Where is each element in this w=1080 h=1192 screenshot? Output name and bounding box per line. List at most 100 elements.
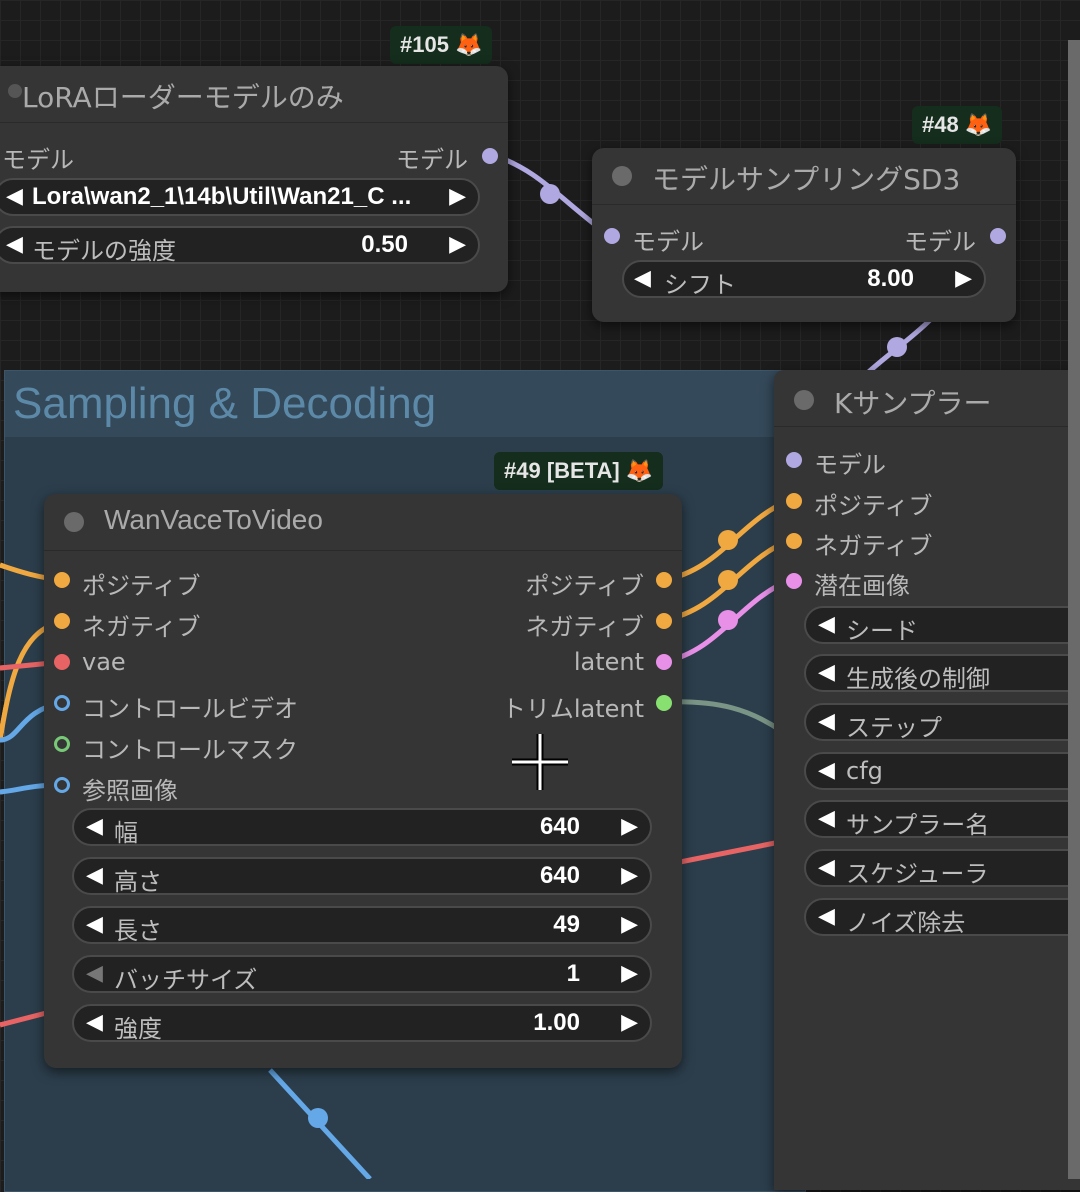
fox-icon: 🦊 <box>625 458 654 483</box>
ksampler-node[interactable]: Kサンプラー モデル ポジティブ ネガティブ 潜在画像 ◀ シード ◀ 生成後の… <box>774 370 1080 1190</box>
input-dot-reference-image[interactable] <box>54 777 70 793</box>
input-dot-negative[interactable] <box>54 613 70 629</box>
arrow-right-icon[interactable]: ▶ <box>621 961 638 986</box>
seed-widget[interactable]: ◀ シード <box>804 606 1080 645</box>
node-title-bar[interactable]: LoRAローダーモデルのみ <box>0 66 508 123</box>
wire-reroute-dot <box>540 184 560 204</box>
badge-text: #48 <box>922 112 959 137</box>
widget-label: モデルの強度 <box>32 237 176 265</box>
widget-label: Lora\wan2_1\14b\Util\Wan21_C ... <box>32 183 412 210</box>
input-dot-vae[interactable] <box>54 654 70 670</box>
lora-loader-node[interactable]: LoRAローダーモデルのみ モデル モデル ◀ Lora\wan2_1\14b\… <box>0 66 508 292</box>
group-header[interactable]: Sampling & Decoding <box>5 371 805 437</box>
output-dot-trim-latent[interactable] <box>656 695 672 711</box>
sampler-name-widget[interactable]: ◀ サンプラー名 <box>804 800 1080 839</box>
arrow-left-icon[interactable]: ◀ <box>86 863 103 888</box>
arrow-left-icon[interactable]: ◀ <box>818 758 835 783</box>
widget-value: 1.00 <box>533 1009 580 1036</box>
batch-size-widget[interactable]: ◀ バッチサイズ 1 ▶ <box>72 955 652 994</box>
input-dot-negative[interactable] <box>786 533 802 549</box>
input-dot-positive[interactable] <box>54 572 70 588</box>
output-dot-model[interactable] <box>482 148 498 164</box>
input-slot-control-mask[interactable]: コントロールマスク <box>82 730 298 765</box>
input-slot-reference-image[interactable]: 参照画像 <box>82 771 178 806</box>
model-strength-widget[interactable]: ◀ モデルの強度 0.50 ▶ <box>0 226 480 265</box>
input-dot-control-mask[interactable] <box>54 736 70 752</box>
arrow-left-icon[interactable]: ◀ <box>818 855 835 880</box>
arrow-right-icon[interactable]: ▶ <box>621 863 638 888</box>
length-widget[interactable]: ◀ 長さ 49 ▶ <box>72 906 652 945</box>
width-widget[interactable]: ◀ 幅 640 ▶ <box>72 808 652 847</box>
input-slot-negative[interactable]: ネガティブ <box>82 607 201 642</box>
shift-widget[interactable]: ◀ シフト 8.00 ▶ <box>622 260 986 299</box>
node-title-bar[interactable]: Kサンプラー <box>774 370 1080 427</box>
output-slot-negative[interactable]: ネガティブ <box>525 607 644 642</box>
arrow-right-icon[interactable]: ▶ <box>449 232 466 257</box>
input-slot-positive[interactable]: ポジティブ <box>814 486 933 521</box>
output-dot-positive[interactable] <box>656 572 672 588</box>
input-slot-model[interactable]: モデル <box>814 445 886 480</box>
arrow-right-icon[interactable]: ▶ <box>621 814 638 839</box>
input-slot-control-video[interactable]: コントロールビデオ <box>82 689 298 724</box>
widget-value: 640 <box>539 862 580 889</box>
crosshair-cursor-icon <box>512 734 568 790</box>
arrow-left-icon[interactable]: ◀ <box>6 232 23 257</box>
arrow-left-icon[interactable]: ◀ <box>86 961 103 986</box>
arrow-left-icon[interactable]: ◀ <box>818 660 835 685</box>
arrow-right-icon[interactable]: ▶ <box>955 266 972 291</box>
cfg-widget[interactable]: ◀ cfg <box>804 752 1080 790</box>
wan-vace-to-video-node[interactable]: WanVaceToVideo ポジティブ ネガティブ vae コントロールビデオ… <box>44 494 682 1068</box>
output-slot-model[interactable]: モデル <box>396 140 468 175</box>
scheduler-widget[interactable]: ◀ スケジューラ <box>804 849 1080 888</box>
node-title-bar[interactable]: WanVaceToVideo <box>44 494 682 551</box>
output-dot-model[interactable] <box>990 228 1006 244</box>
arrow-left-icon[interactable]: ◀ <box>818 904 835 929</box>
arrow-left-icon[interactable]: ◀ <box>6 184 23 209</box>
collapse-dot-icon[interactable] <box>64 512 84 532</box>
node-title-bar[interactable]: モデルサンプリングSD3 <box>592 148 1016 205</box>
arrow-right-icon[interactable]: ▶ <box>449 184 466 209</box>
control-after-generate-widget[interactable]: ◀ 生成後の制御 <box>804 654 1080 693</box>
input-dot-model[interactable] <box>604 228 620 244</box>
input-slot-model[interactable]: モデル <box>632 222 704 257</box>
output-slot-latent[interactable]: latent <box>574 648 644 676</box>
arrow-right-icon[interactable]: ▶ <box>621 912 638 937</box>
input-slot-negative[interactable]: ネガティブ <box>814 526 933 561</box>
output-dot-negative[interactable] <box>656 613 672 629</box>
collapse-dot-icon[interactable] <box>794 390 814 410</box>
arrow-left-icon[interactable]: ◀ <box>634 266 651 291</box>
input-dot-control-video[interactable] <box>54 695 70 711</box>
canvas-scrollbar[interactable] <box>1068 40 1080 1179</box>
widget-label: スケジューラ <box>846 860 989 888</box>
widget-value: 49 <box>553 911 580 938</box>
arrow-left-icon[interactable]: ◀ <box>818 612 835 637</box>
steps-widget[interactable]: ◀ ステップ <box>804 703 1080 742</box>
model-sampling-sd3-node[interactable]: モデルサンプリングSD3 モデル モデル ◀ シフト 8.00 ▶ <box>592 148 1016 322</box>
input-slot-positive[interactable]: ポジティブ <box>82 566 201 601</box>
widget-value: 640 <box>539 813 580 840</box>
arrow-left-icon[interactable]: ◀ <box>818 709 835 734</box>
denoise-widget[interactable]: ◀ ノイズ除去 <box>804 898 1080 937</box>
fox-icon: 🦊 <box>454 32 483 57</box>
input-dot-model[interactable] <box>786 452 802 468</box>
output-slot-positive[interactable]: ポジティブ <box>525 566 644 601</box>
arrow-left-icon[interactable]: ◀ <box>86 1010 103 1035</box>
collapse-dot-icon[interactable] <box>8 84 22 98</box>
collapse-dot-icon[interactable] <box>612 166 632 186</box>
input-dot-positive[interactable] <box>786 493 802 509</box>
output-slot-trim-latent[interactable]: トリムlatent <box>502 689 644 724</box>
arrow-left-icon[interactable]: ◀ <box>86 912 103 937</box>
widget-label: 長さ <box>114 917 162 945</box>
arrow-left-icon[interactable]: ◀ <box>818 806 835 831</box>
output-slot-model[interactable]: モデル <box>904 222 976 257</box>
height-widget[interactable]: ◀ 高さ 640 ▶ <box>72 857 652 896</box>
input-slot-model[interactable]: モデル <box>2 140 74 175</box>
output-dot-latent[interactable] <box>656 654 672 670</box>
strength-widget[interactable]: ◀ 強度 1.00 ▶ <box>72 1004 652 1043</box>
arrow-left-icon[interactable]: ◀ <box>86 814 103 839</box>
input-slot-latent-image[interactable]: 潜在画像 <box>814 566 910 601</box>
arrow-right-icon[interactable]: ▶ <box>621 1010 638 1035</box>
lora-name-widget[interactable]: ◀ Lora\wan2_1\14b\Util\Wan21_C ... ▶ <box>0 178 480 216</box>
input-dot-latent[interactable] <box>786 573 802 589</box>
input-slot-vae[interactable]: vae <box>82 648 126 676</box>
